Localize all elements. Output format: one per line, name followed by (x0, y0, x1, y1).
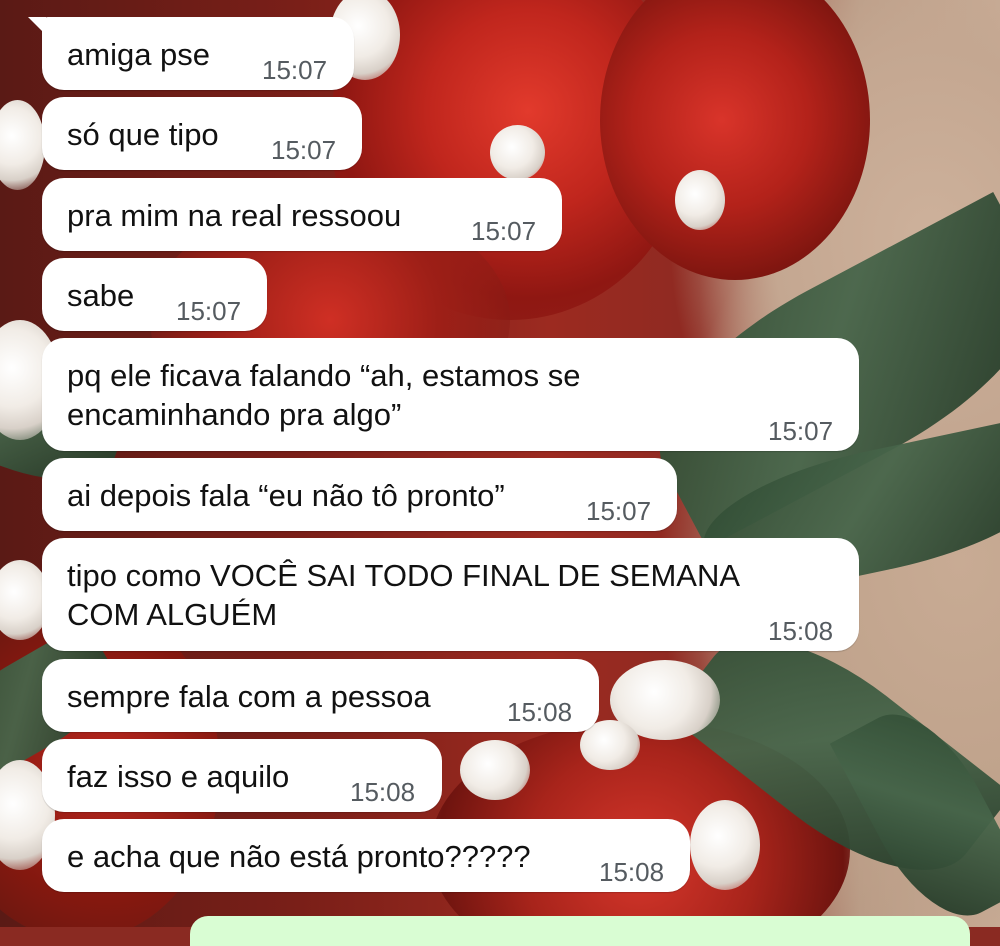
message-bubble[interactable]: pq ele ficava falando “ah, estamos se en… (42, 338, 859, 451)
message-time: 15:08 (507, 697, 573, 727)
message-time: 15:07 (262, 55, 328, 85)
message-time: 15:07 (768, 416, 834, 446)
bubble-tail (28, 17, 46, 35)
message-text: faz isso e aquilo (67, 759, 290, 794)
message-time: 15:07 (271, 135, 337, 165)
message-time: 15:07 (586, 496, 652, 526)
message-time: 15:08 (599, 857, 665, 887)
message-bubble[interactable]: faz isso e aquilo 15:08 (42, 739, 442, 812)
message-bubble[interactable]: amiga pse 15:07 (28, 17, 354, 90)
outgoing-message-bubble-partial[interactable] (190, 916, 970, 946)
message-time: 15:07 (176, 296, 242, 326)
message-bubble[interactable]: ai depois fala “eu não tô pronto” 15:07 (42, 458, 677, 531)
message-text: pra mim na real ressoou (67, 198, 402, 233)
message-text-line1: tipo como VOCÊ SAI TODO FINAL DE SEMANA (67, 558, 741, 593)
message-text-line2: encaminhando pra algo” (67, 397, 402, 432)
message-text: ai depois fala “eu não tô pronto” (67, 478, 505, 513)
message-bubble[interactable]: tipo como VOCÊ SAI TODO FINAL DE SEMANA … (42, 538, 859, 651)
message-list[interactable]: amiga pse 15:07 só que tipo 15:07 pra mi… (0, 0, 1000, 946)
message-bubble[interactable]: sempre fala com a pessoa 15:08 (42, 659, 599, 732)
message-bubble[interactable]: e acha que não está pronto????? 15:08 (42, 819, 690, 892)
message-text: sempre fala com a pessoa (67, 679, 431, 714)
message-bubble[interactable]: sabe 15:07 (42, 258, 267, 331)
message-bubble[interactable]: só que tipo 15:07 (42, 97, 362, 170)
message-bubble[interactable]: pra mim na real ressoou 15:07 (42, 178, 562, 251)
message-text: amiga pse (67, 37, 211, 72)
message-text: e acha que não está pronto????? (67, 839, 531, 874)
message-time: 15:08 (768, 616, 834, 646)
message-time: 15:08 (350, 777, 416, 807)
message-text: sabe (67, 278, 135, 313)
message-time: 15:07 (471, 216, 537, 246)
message-text-line2: COM ALGUÉM (67, 597, 278, 632)
message-text-line1: pq ele ficava falando “ah, estamos se (67, 358, 581, 393)
message-text: só que tipo (67, 117, 219, 152)
